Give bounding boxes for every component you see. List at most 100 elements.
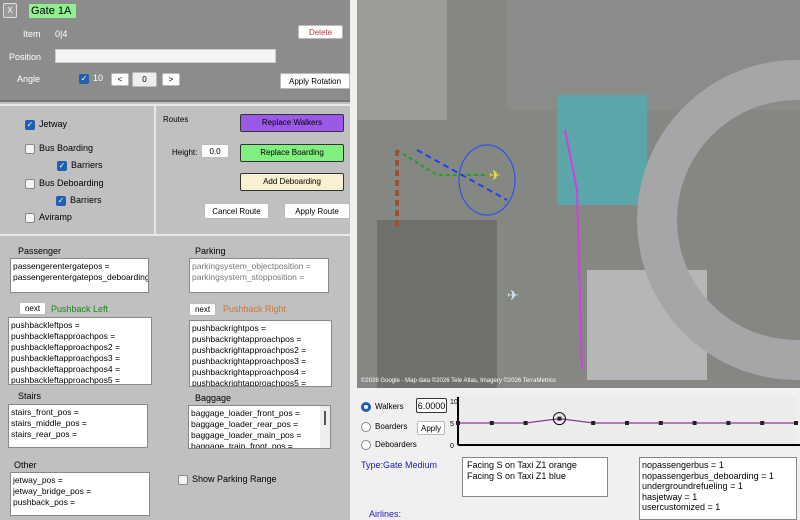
walkers-option[interactable]: Walkers bbox=[361, 402, 404, 412]
barriers-checkbox[interactable]: ✓ bbox=[56, 195, 66, 206]
replace-boarding-button[interactable]: Replace Boarding bbox=[240, 144, 344, 162]
text-line: undergroundrefueling = 1 bbox=[642, 481, 743, 491]
text-line: nopassengerbus_deboarding = 1 bbox=[642, 470, 774, 481]
gate-name[interactable]: Gate 1A bbox=[29, 4, 76, 18]
replace-walkers-button[interactable]: Replace Walkers bbox=[240, 114, 344, 132]
text-line: pushbackrightapproachpos5 = bbox=[192, 378, 307, 387]
gate-type: Type:Gate Medium bbox=[361, 460, 438, 470]
text-line: pushbackleftapproachpos2 = bbox=[11, 342, 120, 352]
delete-button[interactable]: Delete bbox=[298, 25, 343, 39]
data-point bbox=[760, 421, 765, 425]
text-line: usercustomized = 1 bbox=[642, 502, 721, 512]
barriers-deboarding-option[interactable]: ✓ Barriers bbox=[56, 195, 102, 206]
bus-boarding-option[interactable]: Bus Boarding bbox=[25, 143, 93, 154]
text-line: pushbackleftapproachpos3 = bbox=[11, 353, 120, 363]
baggage-textbox[interactable]: baggage_loader_front_pos = baggage_loader… bbox=[188, 405, 331, 449]
text-line: pushbackrightapproachpos3 = bbox=[192, 356, 307, 366]
y-tick-label: 5 bbox=[450, 421, 454, 428]
item-value: 0|4 bbox=[55, 29, 68, 39]
data-point bbox=[489, 421, 494, 425]
pushback-right-textbox[interactable]: pushbackrightpos = pushbackrightapproachp… bbox=[189, 320, 332, 387]
walkers-chart[interactable]: 10 5 0 bbox=[450, 397, 800, 449]
pushback-left-label: Pushback Left bbox=[51, 304, 109, 314]
parking-textbox[interactable]: parkingsystem_objectposition = parkingsys… bbox=[189, 258, 329, 293]
data-point bbox=[658, 421, 663, 425]
baggage-scrollbar[interactable] bbox=[320, 406, 330, 448]
angle-step-value: 10 bbox=[93, 73, 104, 83]
map-imagery: ✈ ✈ bbox=[357, 0, 800, 388]
text-line: pushback_pos = bbox=[13, 497, 76, 507]
add-deboarding-button[interactable]: Add Deboarding bbox=[240, 173, 344, 191]
text-line: baggage_train_front_pos = bbox=[191, 441, 293, 449]
aviramp-option[interactable]: Aviramp bbox=[25, 212, 72, 223]
apply-route-button[interactable]: Apply Route bbox=[284, 203, 350, 219]
text-line: stairs_rear_pos = bbox=[11, 429, 77, 439]
item-label: Item bbox=[23, 29, 41, 39]
text-line: hasjetway = 1 bbox=[642, 491, 698, 502]
y-tick-label: 10 bbox=[450, 399, 458, 406]
barriers-boarding-option[interactable]: ✓ Barriers bbox=[57, 160, 103, 171]
walkers-radio[interactable] bbox=[361, 402, 371, 412]
data-point bbox=[794, 421, 798, 425]
bus-deboarding-option[interactable]: Bus Deboarding bbox=[25, 178, 104, 189]
airlines-label: Airlines: bbox=[369, 509, 402, 519]
satellite-map[interactable]: ✈ ✈ ©2026 Google - Map data ©2026 Tele A… bbox=[357, 0, 800, 388]
walkers-value-input[interactable]: 6.0000 bbox=[416, 398, 447, 413]
close-button[interactable]: X bbox=[3, 3, 17, 18]
position-label: Position bbox=[9, 52, 42, 62]
bus-boarding-checkbox[interactable] bbox=[25, 143, 35, 154]
parking-label: Parking bbox=[195, 246, 226, 256]
text-line: stairs_front_pos = bbox=[11, 407, 79, 417]
stairs-label: Stairs bbox=[18, 391, 42, 401]
pushback-left-textbox[interactable]: pushbackleftpos = pushbackleftapproachpos… bbox=[8, 317, 152, 385]
other-textbox[interactable]: jetway_pos = jetway_bridge_pos = pushback_… bbox=[10, 472, 150, 516]
angle-input[interactable]: 0 bbox=[132, 72, 157, 87]
data-point bbox=[456, 421, 460, 425]
text-line: pushbackleftapproachpos4 = bbox=[11, 364, 120, 374]
passenger-label: Passenger bbox=[18, 246, 62, 256]
show-parking-range-option[interactable]: Show Parking Range bbox=[178, 474, 277, 485]
text-line: pushbackleftpos = bbox=[11, 320, 80, 330]
angle-decrease-button[interactable]: < bbox=[111, 73, 129, 86]
show-parking-range-checkbox[interactable] bbox=[178, 474, 188, 485]
boarders-radio[interactable] bbox=[361, 422, 371, 432]
routes-label: Routes bbox=[163, 115, 189, 124]
text-line: pushbackleftapproachpos = bbox=[11, 331, 116, 341]
passenger-textbox[interactable]: passengerentergatepos = passengerentergat… bbox=[10, 258, 149, 293]
text-line: pushbackleftapproachpos5 = bbox=[11, 375, 120, 385]
angle-step-checkbox[interactable]: ✓ bbox=[79, 73, 89, 84]
position-input[interactable] bbox=[55, 49, 276, 63]
boarders-option[interactable]: Boarders bbox=[361, 422, 407, 432]
pushback-left-next-button[interactable]: next bbox=[19, 302, 46, 315]
text-line: pushbackrightapproachpos4 = bbox=[192, 367, 307, 377]
angle-increase-button[interactable]: > bbox=[162, 73, 180, 86]
height-input[interactable]: 0.0 bbox=[201, 144, 229, 158]
angle-label: Angle bbox=[17, 74, 41, 84]
properties-textbox[interactable]: nopassengerbus = 1 nopassengerbus_deboard… bbox=[639, 457, 797, 520]
y-tick-label: 0 bbox=[450, 443, 454, 449]
pushback-right-next-button[interactable]: next bbox=[189, 303, 216, 316]
apply-button[interactable]: Apply bbox=[417, 421, 445, 435]
text-line: pushbackrightapproachpos2 = bbox=[192, 345, 307, 355]
text-line: baggage_loader_front_pos = bbox=[191, 408, 300, 418]
gate-editor-panel: X Gate 1A Item 0|4 Delete Position Angle… bbox=[0, 0, 350, 520]
bus-deboarding-checkbox[interactable] bbox=[25, 178, 35, 189]
gate-header: X Gate 1A Item 0|4 Delete Position Angle… bbox=[0, 0, 350, 102]
deboarders-option[interactable]: Deboarders bbox=[361, 440, 417, 450]
jetway-option[interactable]: ✓ Jetway bbox=[25, 119, 67, 130]
barriers-checkbox[interactable]: ✓ bbox=[57, 160, 67, 171]
text-line: baggage_loader_main_pos = bbox=[191, 430, 302, 440]
deboarders-radio[interactable] bbox=[361, 440, 371, 450]
apply-rotation-button[interactable]: Apply Rotation bbox=[280, 73, 350, 89]
data-point bbox=[591, 421, 596, 425]
data-point bbox=[692, 421, 697, 425]
map-attribution: ©2026 Google - Map data ©2026 Tele Atlas… bbox=[361, 378, 556, 384]
data-point bbox=[523, 421, 528, 425]
stairs-textbox[interactable]: stairs_front_pos = stairs_middle_pos = sta… bbox=[8, 404, 148, 448]
aviramp-checkbox[interactable] bbox=[25, 212, 35, 223]
height-label: Height: bbox=[172, 148, 198, 157]
facing-textbox[interactable]: Facing S on Taxi Z1 orange Facing S on Ta… bbox=[462, 457, 608, 497]
cancel-route-button[interactable]: Cancel Route bbox=[204, 203, 269, 219]
jetway-checkbox[interactable]: ✓ bbox=[25, 119, 35, 130]
text-line: nopassengerbus = 1 bbox=[642, 460, 724, 470]
